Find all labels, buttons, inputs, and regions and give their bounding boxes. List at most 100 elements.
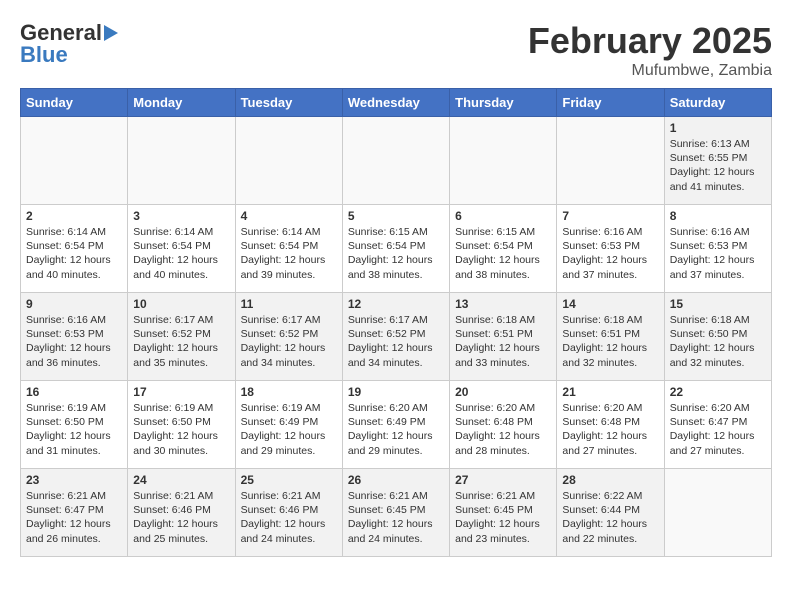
day-number: 2 [26,209,122,223]
calendar-day-6: 6 Sunrise: 6:15 AM Sunset: 6:54 PM Daylig… [450,205,557,293]
day-info: Sunrise: 6:21 AM Sunset: 6:47 PM Dayligh… [26,489,122,546]
calendar-day-12: 12 Sunrise: 6:17 AM Sunset: 6:52 PM Dayli… [342,293,449,381]
day-number: 3 [133,209,229,223]
day-info: Sunrise: 6:17 AM Sunset: 6:52 PM Dayligh… [133,313,229,370]
day-number: 28 [562,473,658,487]
day-info: Sunrise: 6:20 AM Sunset: 6:48 PM Dayligh… [455,401,551,458]
day-number: 5 [348,209,444,223]
day-number: 23 [26,473,122,487]
day-info: Sunrise: 6:20 AM Sunset: 6:47 PM Dayligh… [670,401,766,458]
logo: General Blue [20,20,118,68]
calendar-day-24: 24 Sunrise: 6:21 AM Sunset: 6:46 PM Dayli… [128,469,235,557]
calendar-week-row: 1 Sunrise: 6:13 AM Sunset: 6:55 PM Daylig… [21,117,772,205]
title-block: February 2025 Mufumbwe, Zambia [528,20,772,80]
day-number: 14 [562,297,658,311]
day-info: Sunrise: 6:19 AM Sunset: 6:49 PM Dayligh… [241,401,337,458]
calendar-day-21: 21 Sunrise: 6:20 AM Sunset: 6:48 PM Dayli… [557,381,664,469]
day-info: Sunrise: 6:20 AM Sunset: 6:49 PM Dayligh… [348,401,444,458]
day-number: 9 [26,297,122,311]
day-number: 24 [133,473,229,487]
calendar-week-row: 2 Sunrise: 6:14 AM Sunset: 6:54 PM Daylig… [21,205,772,293]
day-info: Sunrise: 6:21 AM Sunset: 6:45 PM Dayligh… [348,489,444,546]
day-info: Sunrise: 6:14 AM Sunset: 6:54 PM Dayligh… [241,225,337,282]
day-info: Sunrise: 6:21 AM Sunset: 6:46 PM Dayligh… [133,489,229,546]
day-number: 18 [241,385,337,399]
calendar-empty-cell [235,117,342,205]
page-header: General Blue February 2025 Mufumbwe, Zam… [20,20,772,80]
day-info: Sunrise: 6:18 AM Sunset: 6:51 PM Dayligh… [455,313,551,370]
weekday-header-tuesday: Tuesday [235,89,342,117]
day-info: Sunrise: 6:16 AM Sunset: 6:53 PM Dayligh… [562,225,658,282]
calendar-day-11: 11 Sunrise: 6:17 AM Sunset: 6:52 PM Dayli… [235,293,342,381]
calendar-day-10: 10 Sunrise: 6:17 AM Sunset: 6:52 PM Dayli… [128,293,235,381]
day-info: Sunrise: 6:18 AM Sunset: 6:51 PM Dayligh… [562,313,658,370]
day-number: 6 [455,209,551,223]
calendar-day-16: 16Sunrise: 6:19 AM Sunset: 6:50 PM Dayli… [21,381,128,469]
calendar-empty-cell [450,117,557,205]
day-number: 21 [562,385,658,399]
page-subtitle: Mufumbwe, Zambia [528,62,772,80]
day-number: 19 [348,385,444,399]
calendar-day-25: 25Sunrise: 6:21 AM Sunset: 6:46 PM Dayli… [235,469,342,557]
weekday-header-saturday: Saturday [664,89,771,117]
calendar-day-20: 20 Sunrise: 6:20 AM Sunset: 6:48 PM Dayli… [450,381,557,469]
calendar-day-22: 22 Sunrise: 6:20 AM Sunset: 6:47 PM Dayli… [664,381,771,469]
calendar-empty-cell [664,469,771,557]
weekday-header-wednesday: Wednesday [342,89,449,117]
calendar-day-13: 13 Sunrise: 6:18 AM Sunset: 6:51 PM Dayli… [450,293,557,381]
day-number: 20 [455,385,551,399]
day-number: 1 [670,121,766,135]
weekday-header-sunday: Sunday [21,89,128,117]
day-number: 15 [670,297,766,311]
calendar-day-17: 17 Sunrise: 6:19 AM Sunset: 6:50 PM Dayli… [128,381,235,469]
calendar-day-3: 3 Sunrise: 6:14 AM Sunset: 6:54 PM Daylig… [128,205,235,293]
calendar-day-1: 1 Sunrise: 6:13 AM Sunset: 6:55 PM Daylig… [664,117,771,205]
calendar-day-2: 2Sunrise: 6:14 AM Sunset: 6:54 PM Daylig… [21,205,128,293]
calendar-day-26: 26 Sunrise: 6:21 AM Sunset: 6:45 PM Dayli… [342,469,449,557]
day-number: 22 [670,385,766,399]
calendar-day-28: 28Sunrise: 6:22 AM Sunset: 6:44 PM Dayli… [557,469,664,557]
calendar-day-9: 9 Sunrise: 6:16 AM Sunset: 6:53 PM Daylig… [21,293,128,381]
day-number: 27 [455,473,551,487]
weekday-header-thursday: Thursday [450,89,557,117]
day-info: Sunrise: 6:14 AM Sunset: 6:54 PM Dayligh… [133,225,229,282]
day-info: Sunrise: 6:20 AM Sunset: 6:48 PM Dayligh… [562,401,658,458]
day-info: Sunrise: 6:21 AM Sunset: 6:45 PM Dayligh… [455,489,551,546]
day-number: 12 [348,297,444,311]
weekday-header-monday: Monday [128,89,235,117]
calendar-empty-cell [21,117,128,205]
day-number: 8 [670,209,766,223]
day-info: Sunrise: 6:15 AM Sunset: 6:54 PM Dayligh… [348,225,444,282]
calendar-table: SundayMondayTuesdayWednesdayThursdayFrid… [20,88,772,557]
day-number: 25 [241,473,337,487]
calendar-day-4: 4 Sunrise: 6:14 AM Sunset: 6:54 PM Daylig… [235,205,342,293]
day-number: 10 [133,297,229,311]
weekday-header-friday: Friday [557,89,664,117]
calendar-day-19: 19 Sunrise: 6:20 AM Sunset: 6:49 PM Dayli… [342,381,449,469]
day-info: Sunrise: 6:19 AM Sunset: 6:50 PM Dayligh… [133,401,229,458]
logo-arrow-icon [104,25,118,41]
day-number: 17 [133,385,229,399]
day-number: 13 [455,297,551,311]
day-info: Sunrise: 6:19 AM Sunset: 6:50 PM Dayligh… [26,401,122,458]
calendar-empty-cell [342,117,449,205]
weekday-header-row: SundayMondayTuesdayWednesdayThursdayFrid… [21,89,772,117]
day-info: Sunrise: 6:13 AM Sunset: 6:55 PM Dayligh… [670,137,766,194]
calendar-day-27: 27 Sunrise: 6:21 AM Sunset: 6:45 PM Dayli… [450,469,557,557]
day-info: Sunrise: 6:18 AM Sunset: 6:50 PM Dayligh… [670,313,766,370]
day-info: Sunrise: 6:17 AM Sunset: 6:52 PM Dayligh… [241,313,337,370]
day-number: 4 [241,209,337,223]
day-number: 11 [241,297,337,311]
calendar-empty-cell [128,117,235,205]
day-info: Sunrise: 6:17 AM Sunset: 6:52 PM Dayligh… [348,313,444,370]
day-info: Sunrise: 6:16 AM Sunset: 6:53 PM Dayligh… [26,313,122,370]
calendar-empty-cell [557,117,664,205]
calendar-day-7: 7Sunrise: 6:16 AM Sunset: 6:53 PM Daylig… [557,205,664,293]
calendar-day-18: 18 Sunrise: 6:19 AM Sunset: 6:49 PM Dayli… [235,381,342,469]
calendar-week-row: 16Sunrise: 6:19 AM Sunset: 6:50 PM Dayli… [21,381,772,469]
calendar-week-row: 9 Sunrise: 6:16 AM Sunset: 6:53 PM Daylig… [21,293,772,381]
day-number: 26 [348,473,444,487]
logo-blue: Blue [20,42,68,68]
calendar-day-8: 8Sunrise: 6:16 AM Sunset: 6:53 PM Daylig… [664,205,771,293]
day-info: Sunrise: 6:15 AM Sunset: 6:54 PM Dayligh… [455,225,551,282]
